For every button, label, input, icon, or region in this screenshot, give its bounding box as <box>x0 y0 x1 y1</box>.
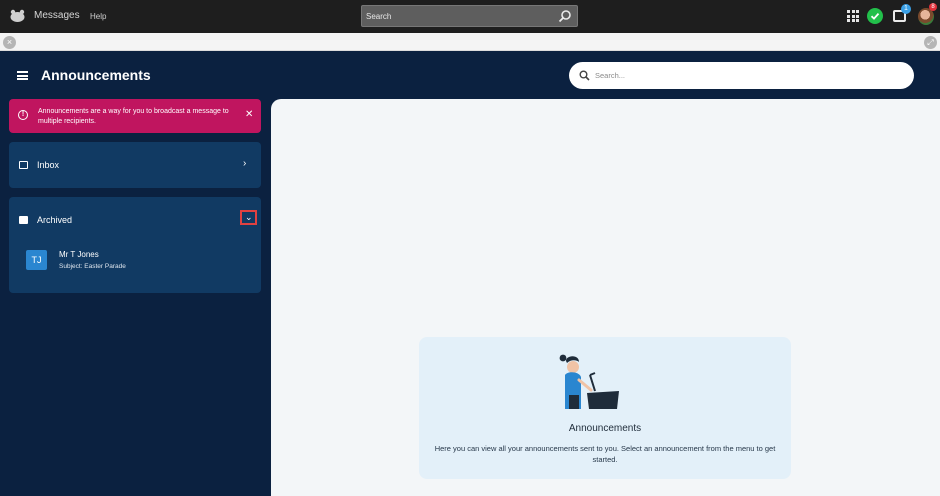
inbox-count-badge: 1 <box>901 4 911 14</box>
status-check-icon[interactable] <box>867 8 883 24</box>
sidebar-item-archived[interactable]: Archived ⌄ TJ Mr T Jones Subject: Easter… <box>9 197 261 293</box>
announcement-search[interactable] <box>569 62 914 89</box>
sidebar-item-label: Inbox <box>37 160 60 170</box>
search-input[interactable] <box>595 68 895 83</box>
window-strip: × ⤢ <box>0 33 940 51</box>
chevron-right-icon[interactable]: › <box>243 158 246 169</box>
inbox-icon <box>19 161 28 169</box>
sender-name: Mr T Jones <box>59 250 99 259</box>
global-search-placeholder: Search <box>366 12 392 21</box>
chevron-down-icon: ⌄ <box>245 212 253 222</box>
search-icon[interactable] <box>558 9 572 23</box>
close-icon[interactable]: × <box>3 36 16 49</box>
avatar: TJ <box>26 250 47 270</box>
expand-icon[interactable]: ⤢ <box>924 36 937 49</box>
sidebar: ! Announcements are a way for you to bro… <box>0 99 270 496</box>
main-content: Announcements Here you can view all your… <box>271 99 940 496</box>
system-topbar: Messages Help Search 1 8 <box>0 0 940 33</box>
announcement-illustration <box>559 354 619 409</box>
global-search-field[interactable]: Search <box>361 5 578 27</box>
collapse-toggle-button[interactable]: ⌄ <box>240 210 257 225</box>
empty-state-title: Announcements <box>568 423 642 434</box>
sidebar-item-inbox[interactable]: Inbox › <box>9 142 261 188</box>
avatar-count-badge: 8 <box>929 3 937 11</box>
hamburger-menu-icon[interactable] <box>17 71 28 80</box>
help-link[interactable]: Help <box>90 12 106 21</box>
message-subject: Subject: Easter Parade <box>59 263 126 270</box>
search-icon <box>579 70 590 81</box>
alert-message: Announcements are a way for you to broad… <box>38 108 229 125</box>
page-header: Announcements <box>0 52 940 99</box>
list-item[interactable]: TJ Mr T Jones Subject: Easter Parade <box>9 245 261 279</box>
empty-state-card: Announcements Here you can view all your… <box>419 337 791 479</box>
info-icon: ! <box>18 110 28 120</box>
empty-state-description: Here you can view all your announcements… <box>434 444 776 464</box>
close-icon[interactable]: ✕ <box>245 109 253 120</box>
info-alert: ! Announcements are a way for you to bro… <box>9 99 261 133</box>
sidebar-item-label: Archived <box>37 215 73 225</box>
app-logo-icon[interactable] <box>9 9 26 23</box>
apps-grid-icon[interactable] <box>847 10 859 22</box>
page-title: Announcements <box>41 67 151 83</box>
archive-icon <box>19 216 28 224</box>
app-name[interactable]: Messages <box>34 10 80 21</box>
